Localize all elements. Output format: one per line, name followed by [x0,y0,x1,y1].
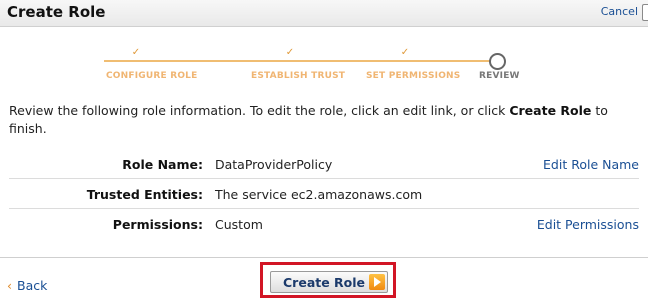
step-label: REVIEW [479,71,520,81]
edit-permissions-link[interactable]: Edit Permissions [537,217,639,232]
wizard-progress: ✓ CONFIGURE ROLE ✓ ESTABLISH TRUST ✓ SET… [0,40,648,90]
dialog-footer: ‹ Back Create Role [0,257,648,305]
create-role-button[interactable]: Create Role [270,271,388,293]
trusted-entities-value: The service ec2.amazonaws.com [215,187,423,202]
permissions-row: Permissions: Custom Edit Permissions [0,210,648,240]
role-name-label: Role Name: [122,157,203,172]
permissions-value: Custom [215,217,263,232]
back-label: Back [17,278,48,293]
intro-text: Review the following role information. T… [9,102,641,138]
row-divider [9,178,639,179]
chevron-left-icon: ‹ [7,278,12,293]
dialog-title: Create Role [7,3,106,21]
trusted-entities-row: Trusted Entities: The service ec2.amazon… [0,180,648,210]
check-icon: ✓ [285,47,295,58]
cancel-link[interactable]: Cancel [601,5,638,18]
progress-line [104,60,494,62]
trusted-entities-label: Trusted Entities: [86,187,203,202]
permissions-label: Permissions: [112,217,203,232]
create-role-label: Create Role [283,275,366,290]
back-link[interactable]: ‹ Back [7,278,47,293]
play-arrow-icon [369,274,385,290]
edit-role-name-link[interactable]: Edit Role Name [543,157,639,172]
current-step-circle-icon [489,53,506,70]
role-name-value: DataProviderPolicy [215,157,333,172]
intro-text-before: Review the following role information. T… [9,103,510,118]
intro-emphasis: Create Role [509,103,592,118]
role-name-row: Role Name: DataProviderPolicy Edit Role … [0,150,648,180]
row-divider [9,208,639,209]
step-label: SET PERMISSIONS [366,71,461,81]
step-label: ESTABLISH TRUST [251,71,346,81]
close-button-edge[interactable] [642,4,648,21]
dialog-header: Create Role Cancel [0,0,648,27]
step-label: CONFIGURE ROLE [106,71,198,81]
check-icon: ✓ [131,47,141,58]
check-icon: ✓ [400,47,410,58]
